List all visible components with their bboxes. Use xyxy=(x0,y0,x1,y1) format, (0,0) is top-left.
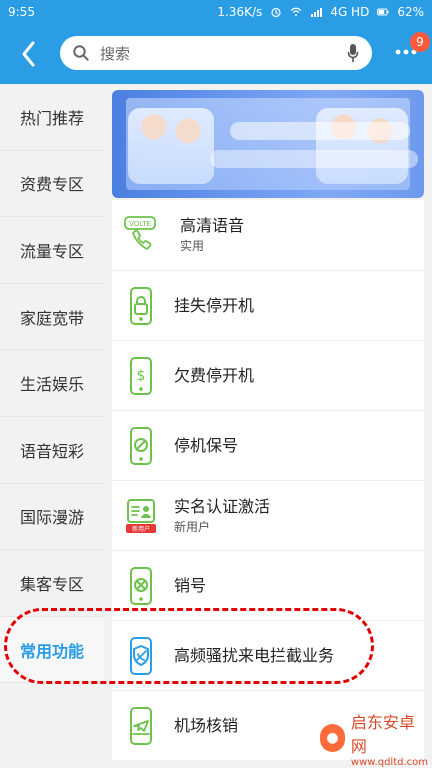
sidebar-item-tariff[interactable]: 资费专区 xyxy=(0,151,104,218)
list-item-realname[interactable]: 新用户 实名认证激活 新用户 xyxy=(112,480,424,550)
watermark-line2: www.qdltd.com xyxy=(350,756,428,768)
spam-block-texts: 高频骚扰来电拦截业务 xyxy=(174,646,334,666)
sidebar-item-voice-sms[interactable]: 语音短彩 xyxy=(0,417,104,484)
watermark-logo-icon: ● xyxy=(320,724,345,752)
status-right: 1.36K/s 4G HD 62% xyxy=(217,5,424,19)
phone-shield-icon xyxy=(130,636,152,675)
id-card-icon: 新用户 xyxy=(126,498,156,533)
banner-blurred-title xyxy=(230,122,410,140)
phone-x-icon xyxy=(130,566,152,605)
watermark-line1: 启东安卓网 xyxy=(350,712,415,756)
phone-plane-icon xyxy=(130,706,152,745)
realname-texts: 实名认证激活 新用户 xyxy=(174,497,270,535)
sidebar-item-hot[interactable]: 热门推荐 xyxy=(0,84,104,151)
sidebar: 热门推荐 资费专区 流量专区 家庭宽带 生活娱乐 语音短彩 国际漫游 集客专区 … xyxy=(0,84,104,768)
list-item-report-loss[interactable]: 挂失停开机 xyxy=(112,270,424,340)
cancel-number-texts: 销号 xyxy=(174,576,206,596)
alarm-icon xyxy=(271,7,281,18)
service-list: VOLTE 高清语音 实用 挂失停开机 $ 欠费停开机 停机保号 新用户 实名认… xyxy=(112,200,424,760)
realname-subtitle: 新用户 xyxy=(174,519,211,534)
sidebar-item-entertainment[interactable]: 生活娱乐 xyxy=(0,350,104,417)
sidebar-item-common[interactable]: 常用功能 xyxy=(0,616,104,684)
list-item-spam-block[interactable]: 高频骚扰来电拦截业务 xyxy=(112,620,424,690)
status-time: 9:55 xyxy=(8,5,35,19)
airport-texts: 机场核销 xyxy=(174,716,238,736)
sidebar-item-enterprise[interactable]: 集客专区 xyxy=(0,550,104,617)
volte-phone-icon: VOLTE xyxy=(124,216,156,250)
sidebar-item-broadband[interactable]: 家庭宽带 xyxy=(0,284,104,351)
new-user-badge-text: 新用户 xyxy=(132,525,150,533)
volte-badge-text: VOLTE xyxy=(129,220,151,228)
sidebar-item-data[interactable]: 流量专区 xyxy=(0,217,104,284)
list-item-number-keep[interactable]: 停机保号 xyxy=(112,410,424,480)
search-input[interactable]: 搜索 xyxy=(60,36,372,70)
number-keep-texts: 停机保号 xyxy=(174,436,238,456)
network-type: 4G HD xyxy=(330,5,370,19)
watermark: ● 启东安卓网 www.qdltd.com xyxy=(320,713,428,768)
arrears-texts: 欠费停开机 xyxy=(174,366,254,386)
volte-title: 高清语音 xyxy=(180,216,245,235)
spam-block-title: 高频骚扰来电拦截业务 xyxy=(174,645,335,665)
number-keep-title: 停机保号 xyxy=(174,435,239,455)
arrears-title: 欠费停开机 xyxy=(174,365,255,385)
phone-dollar-icon: $ xyxy=(130,356,152,395)
cancel-number-title: 销号 xyxy=(174,575,207,595)
realname-title: 实名认证激活 xyxy=(174,496,271,516)
promo-banner[interactable] xyxy=(112,90,424,198)
content-panel: VOLTE 高清语音 实用 挂失停开机 $ 欠费停开机 停机保号 新用户 实名认… xyxy=(104,84,432,768)
battery-percent: 62% xyxy=(397,5,424,19)
report-loss-title: 挂失停开机 xyxy=(174,295,255,315)
status-bar: 9:55 1.36K/s 4G HD 62% xyxy=(0,0,432,24)
volte-texts: 高清语音 实用 xyxy=(180,216,244,254)
sidebar-item-roaming[interactable]: 国际漫游 xyxy=(0,484,104,551)
report-loss-texts: 挂失停开机 xyxy=(174,296,254,316)
airport-title: 机场核销 xyxy=(174,715,239,735)
banner-illustration-right xyxy=(316,108,408,184)
signal-icon xyxy=(311,8,323,17)
microphone-icon[interactable] xyxy=(346,43,360,63)
notification-badge: 9 xyxy=(410,32,430,52)
battery-icon xyxy=(377,8,389,16)
search-icon xyxy=(73,45,89,61)
top-bar: 搜索 9 xyxy=(0,24,432,84)
phone-no-icon xyxy=(130,426,152,465)
volte-subtitle: 实用 xyxy=(180,239,205,253)
chevron-left-icon xyxy=(22,41,35,67)
phone-lock-icon xyxy=(130,286,152,325)
search-placeholder: 搜索 xyxy=(100,44,131,63)
banner-illustration-left xyxy=(128,108,214,184)
wifi-icon xyxy=(290,7,302,16)
list-item-cancel-number[interactable]: 销号 xyxy=(112,550,424,620)
svg-text:$: $ xyxy=(137,368,146,384)
banner-blurred-subtitle xyxy=(210,150,418,168)
list-item-volte[interactable]: VOLTE 高清语音 实用 xyxy=(112,200,424,270)
list-item-arrears[interactable]: $ 欠费停开机 xyxy=(112,340,424,410)
watermark-text: 启东安卓网 www.qdltd.com xyxy=(351,709,428,768)
back-button[interactable] xyxy=(14,38,42,70)
network-speed: 1.36K/s xyxy=(217,5,263,19)
